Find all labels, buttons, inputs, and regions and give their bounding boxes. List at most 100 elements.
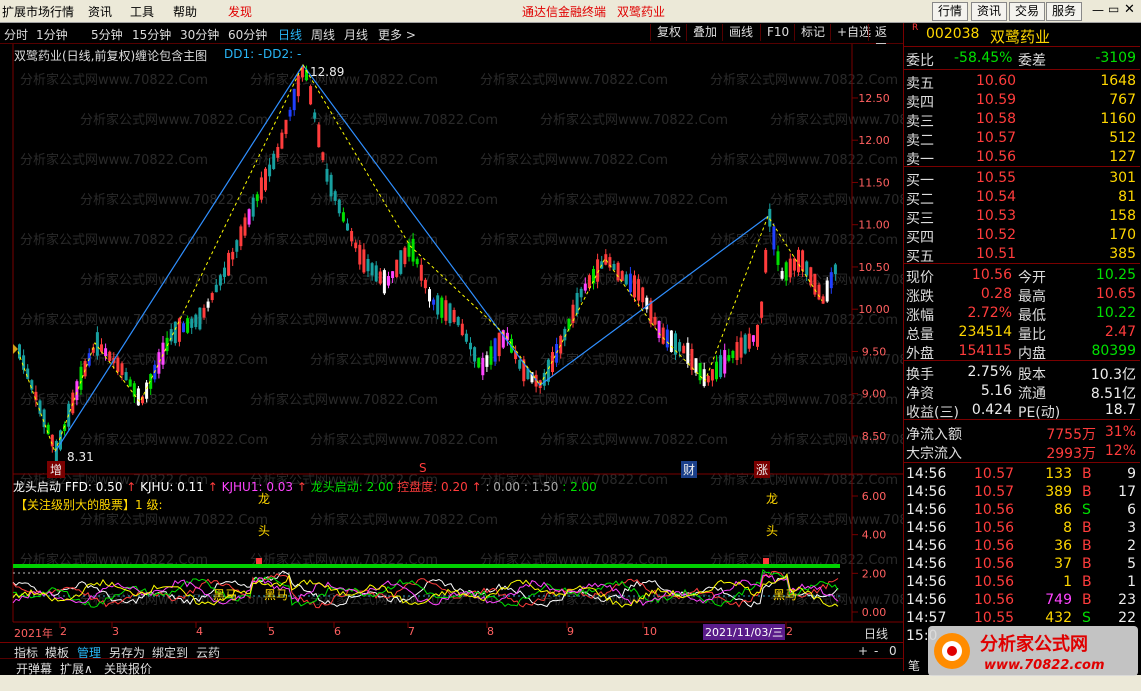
- sell-row: 卖一 10.56 127: [904, 148, 1140, 168]
- menu-item-tools[interactable]: 工具: [130, 3, 154, 20]
- watermark-text: 分析家公式网www.70822.Com: [480, 392, 668, 408]
- period-tab-more[interactable]: 更多 >: [378, 26, 416, 43]
- restore-icon[interactable]: ▭: [1108, 2, 1119, 16]
- fund-value: 8.51亿: [1090, 386, 1136, 402]
- marker-s[interactable]: S: [419, 461, 427, 475]
- watermark-text: 分析家公式网www.70822.Com: [310, 512, 498, 528]
- y-tick-label: 9.00: [862, 388, 887, 401]
- period-tab-monthly[interactable]: 月线: [344, 26, 368, 43]
- tick-count: 9: [1127, 466, 1136, 482]
- tick-row: 14:56 10.56 1 B 1: [904, 573, 1140, 592]
- flow-label: 净流入额: [906, 427, 962, 443]
- fund-label: PE(动): [1018, 405, 1061, 421]
- buy-price: 10.54: [976, 189, 1017, 205]
- tick-side: B: [1082, 574, 1092, 590]
- x-label-may: 5: [268, 625, 275, 638]
- tick-price: 10.55: [974, 610, 1015, 626]
- top-button-service[interactable]: 服务: [1046, 2, 1083, 21]
- marker-finance[interactable]: 财: [681, 461, 698, 478]
- tick-side: S: [1082, 502, 1091, 518]
- buy-row: 买二 10.54 81: [904, 188, 1140, 208]
- indicator-legend-item: ↑: [471, 480, 486, 494]
- chart-title: 双鹭药业(日线,前复权)缠论包含主图: [14, 49, 208, 63]
- marker-rise[interactable]: 涨: [754, 461, 771, 478]
- candle: [616, 261, 620, 283]
- indicator-label-head-2: 头: [766, 524, 779, 538]
- indicator-label-darkhorse-1: 黑马: [213, 588, 238, 602]
- period-tab-daily[interactable]: 日线: [278, 26, 302, 43]
- period-tab-60min[interactable]: 60分钟: [228, 26, 267, 43]
- zoom-out-icon[interactable]: -: [874, 644, 878, 658]
- period-tab-5min[interactable]: 5分钟: [91, 26, 123, 43]
- reset-zoom-icon[interactable]: 0: [889, 644, 897, 658]
- chart-area[interactable]: 分析家公式网www.70822.Com 分析家公式网www.70822.Com 分析…: [0, 44, 958, 642]
- buy-price: 10.55: [976, 170, 1017, 186]
- candle: [395, 259, 399, 279]
- period-tab-30min[interactable]: 30分钟: [180, 26, 219, 43]
- tick-price: 10.56: [974, 556, 1015, 572]
- period-toolbar: 分时 1分钟 5分钟 15分钟 30分钟 60分钟 日线 周线 月线 更多 > …: [0, 23, 903, 56]
- period-tab-15min[interactable]: 15分钟: [132, 26, 171, 43]
- candle: [764, 247, 768, 274]
- zoom-in-icon[interactable]: +: [858, 644, 868, 658]
- sell-label: 卖三: [906, 114, 934, 130]
- logo-url: www.70822.com: [984, 658, 1105, 673]
- top-button-trade[interactable]: 交易: [1009, 2, 1046, 21]
- tick-volume: 1: [1063, 574, 1072, 590]
- candlestick-chart-svg[interactable]: 分析家公式网www.70822.Com 分析家公式网www.70822.Com 分析…: [0, 44, 958, 642]
- bottom-tab-bar: 指标 模板 管理 另存为 绑定到 云药 + - 0: [0, 642, 903, 660]
- sell-label: 卖二: [906, 133, 934, 149]
- period-tab-weekly[interactable]: 周线: [311, 26, 335, 43]
- footer-tag[interactable]: 笔: [908, 657, 920, 674]
- indicator-legend-item: ↑: [207, 480, 222, 494]
- toolbar-button-mark[interactable]: 标记: [794, 24, 831, 41]
- menu-item-news[interactable]: 资讯: [88, 3, 112, 20]
- tick-volume: 432: [1045, 610, 1072, 626]
- tick-count: 5: [1127, 556, 1136, 572]
- watermark-text: 分析家公式网www.70822.Com: [540, 512, 728, 528]
- buy-volume: 301: [1109, 170, 1136, 186]
- indicator-legend-item: KJHU: 0.11: [140, 480, 208, 494]
- toolbar-button-draw[interactable]: 画线: [722, 24, 759, 41]
- tick-row: 14:56 10.56 86 S 6: [904, 501, 1140, 520]
- quote-value: 2.72%: [967, 305, 1012, 321]
- x-label-aug: 8: [487, 625, 494, 638]
- indicator-subtitle: 【关注级别大的股票】1 级:: [15, 498, 163, 512]
- candle: [264, 167, 267, 192]
- menu-item-discover[interactable]: 发现: [228, 3, 252, 20]
- sell-volume: 1648: [1100, 73, 1136, 89]
- x-label-jun: 6: [334, 625, 341, 638]
- quote-label: 量比: [1018, 327, 1046, 343]
- quote-label: 内盘: [1018, 346, 1046, 362]
- period-tab-1min[interactable]: 1分钟: [36, 26, 68, 43]
- fund-value: 5.16: [980, 383, 1012, 399]
- tick-side: B: [1082, 520, 1092, 536]
- close-icon[interactable]: ✕: [1124, 2, 1135, 17]
- watermark-text: 分析家公式网www.70822.Com: [250, 312, 438, 328]
- tick-volume: 389: [1045, 484, 1072, 500]
- fund-value: 0.424: [971, 402, 1012, 418]
- watermark-text: 分析家公式网www.70822.Com: [480, 152, 668, 168]
- indicator-y-tick-label: 2.00: [862, 567, 887, 580]
- toolbar-button-back[interactable]: 返回: [868, 24, 903, 56]
- top-button-news[interactable]: 资讯: [971, 2, 1008, 21]
- menu-item-help[interactable]: 帮助: [173, 3, 197, 20]
- period-tab-timeshare[interactable]: 分时: [4, 26, 28, 43]
- toolbar-button-f10[interactable]: F10: [760, 24, 795, 41]
- candle: [546, 358, 550, 386]
- toolbar-button-restore-rights[interactable]: 复权: [650, 24, 687, 41]
- tick-time: 14:56: [906, 520, 947, 536]
- indicator-legend-item: ↑: [296, 480, 311, 494]
- toolbar-button-overlay[interactable]: 叠加: [686, 24, 723, 41]
- candle: [797, 247, 800, 276]
- y-tick-label: 10.50: [858, 261, 890, 274]
- minimize-icon[interactable]: —: [1092, 3, 1104, 17]
- marker-increase[interactable]: 增: [47, 461, 66, 478]
- menu-item-extended-market[interactable]: 扩展市场行情: [2, 3, 74, 20]
- buy-row: 买五 10.51 385: [904, 245, 1140, 265]
- quote-value: 10.25: [1095, 267, 1136, 283]
- fund-label: 收益(三): [906, 405, 959, 421]
- top-button-quote[interactable]: 行情: [932, 2, 969, 21]
- candle: [227, 250, 231, 277]
- tick-price: 10.56: [974, 502, 1015, 518]
